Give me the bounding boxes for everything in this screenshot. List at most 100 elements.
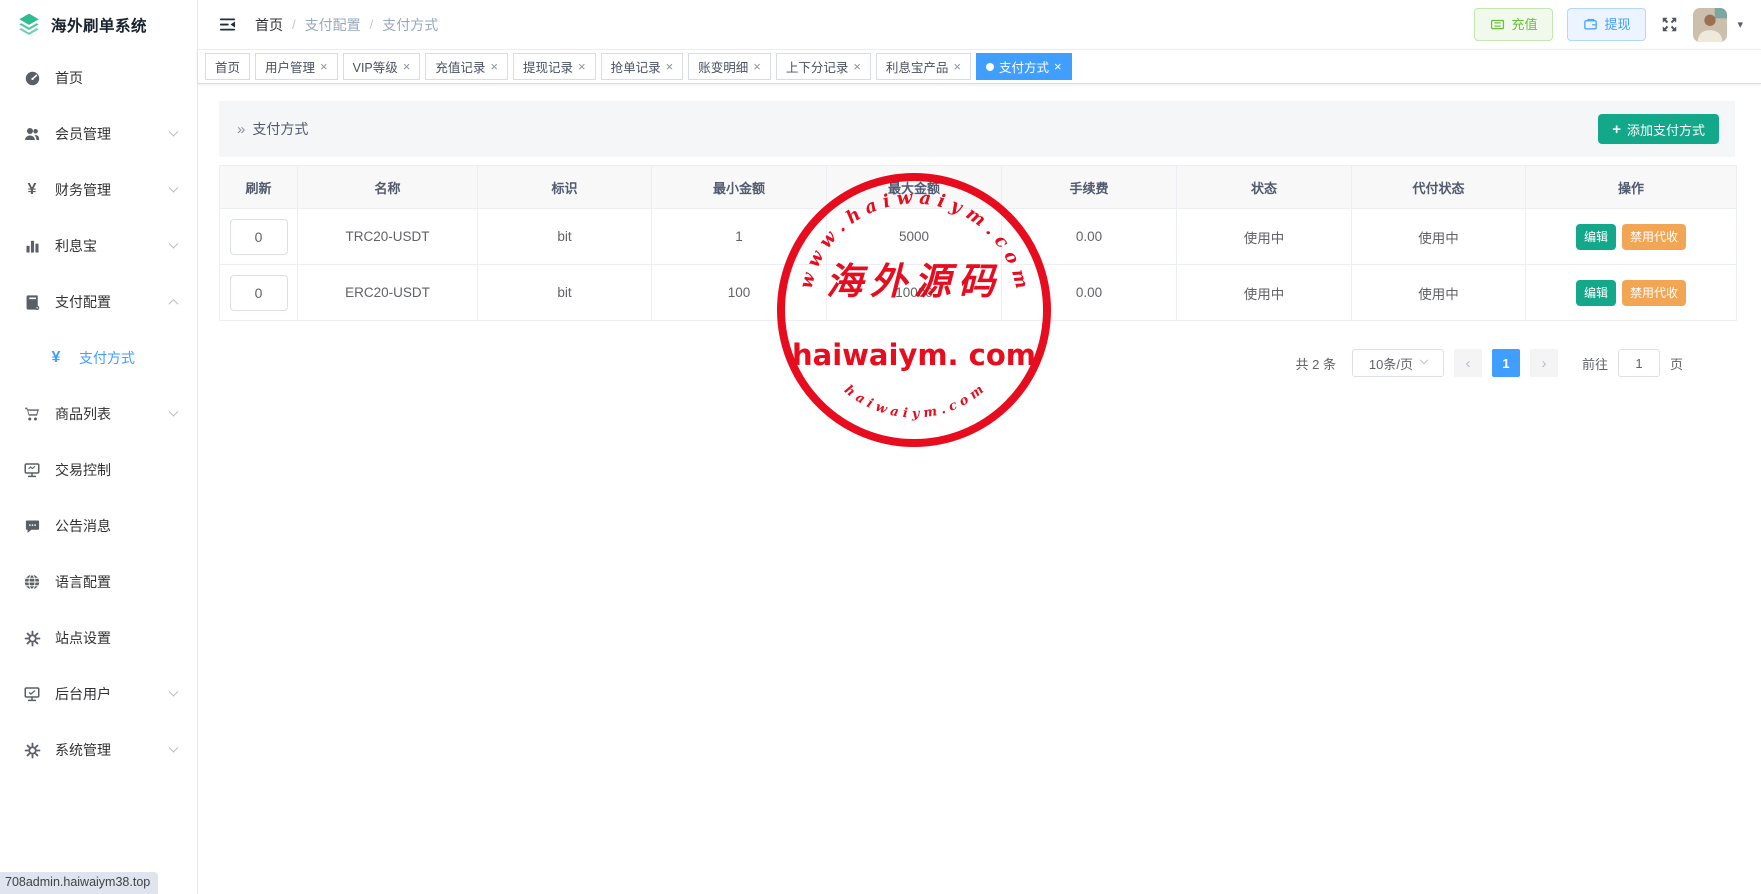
- tab-interest-products[interactable]: 利息宝产品 ×: [876, 53, 971, 80]
- tab-close-icon[interactable]: ×: [853, 60, 861, 73]
- chevron-down-icon: [169, 742, 179, 752]
- book-icon: [22, 294, 42, 311]
- recharge-label: 充值: [1511, 18, 1537, 31]
- sidebar-item-admin-users[interactable]: 后台用户: [0, 666, 197, 722]
- refresh-input[interactable]: [230, 275, 288, 311]
- monitor-user-icon: [22, 685, 42, 703]
- tab-label: 账变明细: [698, 57, 748, 76]
- recharge-button[interactable]: 充值: [1474, 8, 1553, 41]
- chevron-down-icon: [169, 406, 179, 416]
- chevron-up-icon: [169, 298, 179, 308]
- cell-actions: 编辑禁用代收: [1526, 209, 1737, 265]
- tab-close-icon[interactable]: ×: [320, 60, 328, 73]
- page-size-select[interactable]: 10条/页: [1352, 349, 1444, 377]
- tab-label: 利息宝产品: [886, 57, 949, 76]
- edit-button[interactable]: 编辑: [1576, 280, 1616, 306]
- sidebar-item-payment-methods[interactable]: ¥支付方式: [0, 330, 197, 386]
- tab-close-icon[interactable]: ×: [403, 60, 411, 73]
- sidebar-item-products[interactable]: 商品列表: [0, 386, 197, 442]
- sidebar-item-trade-control[interactable]: 交易控制: [0, 442, 197, 498]
- sidebar-item-members[interactable]: 会员管理: [0, 106, 197, 162]
- panel-header: » 支付方式 + 添加支付方式: [219, 101, 1735, 157]
- cell-pay-status: 使用中: [1352, 209, 1526, 265]
- tab-close-icon[interactable]: ×: [666, 60, 674, 73]
- content: » 支付方式 + 添加支付方式 刷新名称标识最小金额最大金额手续费状态代付状态操…: [198, 84, 1761, 894]
- sidebar-collapse-icon[interactable]: [218, 15, 237, 34]
- sidebar-item-system[interactable]: 系统管理: [0, 722, 197, 778]
- cell-refresh: [220, 265, 298, 321]
- tab-close-icon[interactable]: ×: [753, 60, 761, 73]
- withdraw-button[interactable]: 提现: [1567, 8, 1646, 41]
- payment-methods-table: 刷新名称标识最小金额最大金额手续费状态代付状态操作 TRC20-USDT bit…: [219, 165, 1737, 321]
- goto-label: 前往: [1582, 354, 1608, 373]
- sidebar-item-announcements[interactable]: 公告消息: [0, 498, 197, 554]
- cell-code: bit: [478, 265, 652, 321]
- breadcrumb-item-0[interactable]: 首页: [255, 15, 283, 35]
- edit-button[interactable]: 编辑: [1576, 224, 1616, 250]
- dashboard-icon: [22, 70, 42, 87]
- user-menu-caret-icon[interactable]: ▾: [1737, 18, 1743, 31]
- disable-collection-button[interactable]: 禁用代收: [1622, 280, 1686, 306]
- cell-min: 100: [652, 265, 827, 321]
- cell-refresh: [220, 209, 298, 265]
- banknote-icon: [1490, 17, 1505, 32]
- tab-withdraw-records[interactable]: 提现记录×: [513, 53, 596, 80]
- fullscreen-icon[interactable]: [1660, 15, 1679, 34]
- tab-account-changes[interactable]: 账变明细 ×: [688, 53, 771, 80]
- page-title: » 支付方式: [237, 119, 308, 139]
- sidebar-item-finance[interactable]: ¥ 财务管理: [0, 162, 197, 218]
- sidebar-item-label: 首页: [55, 68, 83, 88]
- cell-actions: 编辑禁用代收: [1526, 265, 1737, 321]
- cell-pay-status: 使用中: [1352, 265, 1526, 321]
- open-tabs-bar: 首页用户管理×VIP等级×充值记录×提现记录×抢单记录×账变明细×上下分记录×利…: [198, 50, 1761, 84]
- active-tab-dot: [986, 63, 994, 71]
- tab-label: VIP等级: [353, 57, 398, 76]
- tab-close-icon[interactable]: ×: [490, 60, 498, 73]
- column-header-pay-status: 代付状态: [1352, 166, 1526, 209]
- gear-icon: [22, 630, 42, 647]
- sidebar-item-home[interactable]: 首页: [0, 50, 197, 106]
- tab-order-grab-records[interactable]: 抢单记录×: [601, 53, 684, 80]
- tab-label: 支付方式: [999, 57, 1049, 76]
- column-header-status: 状态: [1177, 166, 1352, 209]
- sidebar-item-payment-config[interactable]: 支付配置: [0, 274, 197, 330]
- add-payment-method-button[interactable]: + 添加支付方式: [1598, 114, 1719, 144]
- tab-home[interactable]: 首页: [205, 53, 250, 80]
- chevron-down-icon: [169, 126, 179, 136]
- column-header-actions: 操作: [1526, 166, 1737, 209]
- tab-recharge-records[interactable]: 充值记录×: [425, 53, 508, 80]
- tab-close-icon[interactable]: ×: [578, 60, 586, 73]
- cell-fee: 0.00: [1002, 209, 1177, 265]
- cell-name: TRC20-USDT: [298, 209, 478, 265]
- sidebar-item-site-settings[interactable]: 站点设置: [0, 610, 197, 666]
- yen-icon: ¥: [22, 181, 42, 199]
- column-header-max: 最大金额: [827, 166, 1002, 209]
- sidebar-item-interest[interactable]: 利息宝: [0, 218, 197, 274]
- globe-icon: [22, 573, 42, 591]
- next-page-button[interactable]: ›: [1530, 349, 1558, 377]
- users-icon: [22, 125, 42, 143]
- cart-icon: [22, 405, 42, 423]
- breadcrumb-item-1[interactable]: 支付配置: [305, 15, 361, 35]
- sidebar-item-label: 站点设置: [55, 628, 111, 648]
- tab-close-icon[interactable]: ×: [1054, 60, 1062, 73]
- prev-page-button[interactable]: ‹: [1454, 349, 1482, 377]
- disable-collection-button[interactable]: 禁用代收: [1622, 224, 1686, 250]
- avatar[interactable]: [1693, 8, 1727, 42]
- tab-payment-methods[interactable]: 支付方式 ×: [976, 53, 1072, 80]
- tab-user-management[interactable]: 用户管理×: [255, 53, 338, 80]
- page-1-button[interactable]: 1: [1492, 349, 1520, 377]
- breadcrumb-separator: /: [292, 17, 296, 32]
- cell-status: 使用中: [1177, 265, 1352, 321]
- sidebar-item-label: 财务管理: [55, 180, 111, 200]
- refresh-input[interactable]: [230, 219, 288, 255]
- tab-close-icon[interactable]: ×: [953, 60, 961, 73]
- watermark-arc-bottom: h a i w a i y m . c o m: [841, 382, 987, 421]
- tab-updown-records[interactable]: 上下分记录×: [776, 53, 871, 80]
- sidebar-item-language-config[interactable]: 语言配置: [0, 554, 197, 610]
- app-logo: 海外刷单系统: [0, 0, 197, 50]
- tab-vip-level[interactable]: VIP等级 ×: [343, 53, 421, 80]
- goto-page-input[interactable]: [1618, 349, 1660, 377]
- column-header-name: 名称: [298, 166, 478, 209]
- cell-fee: 0.00: [1002, 265, 1177, 321]
